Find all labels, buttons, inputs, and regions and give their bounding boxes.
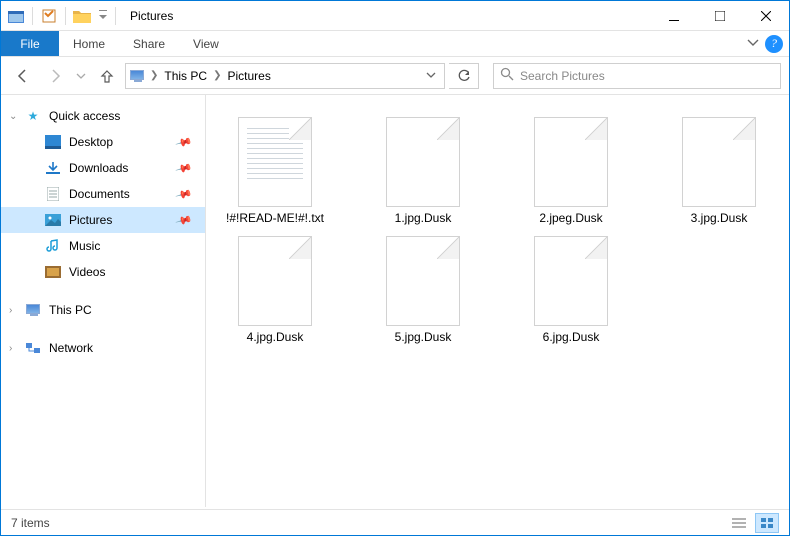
close-button[interactable] <box>743 1 789 31</box>
chevron-down-icon[interactable]: ⌄ <box>9 111 17 122</box>
pictures-icon <box>45 212 61 228</box>
file-item[interactable]: 3.jpg.Dusk <box>660 117 778 226</box>
pc-icon <box>126 71 148 81</box>
pc-icon <box>25 302 41 318</box>
breadcrumb-folder[interactable]: Pictures <box>223 69 274 83</box>
forward-button[interactable] <box>41 62 69 90</box>
view-buttons <box>727 513 779 533</box>
navigation-pane: ⌄ ★ Quick access Desktop 📌 Downloads 📌 D… <box>1 95 206 507</box>
search-placeholder: Search Pictures <box>520 69 605 83</box>
nav-music[interactable]: Music <box>1 233 205 259</box>
file-name: 6.jpg.Dusk <box>543 330 600 345</box>
body: ⌄ ★ Quick access Desktop 📌 Downloads 📌 D… <box>1 95 789 507</box>
search-input[interactable]: Search Pictures <box>493 63 781 89</box>
file-name: !#!READ-ME!#!.txt <box>226 211 324 226</box>
file-name: 2.jpeg.Dusk <box>539 211 602 226</box>
star-icon: ★ <box>25 108 41 124</box>
nav-network[interactable]: › Network <box>1 335 205 361</box>
folder-icon[interactable] <box>71 5 93 27</box>
minimize-button[interactable] <box>651 1 697 31</box>
pin-icon: 📌 <box>175 185 193 203</box>
file-item[interactable]: 6.jpg.Dusk <box>512 236 630 345</box>
file-thumbnail <box>386 117 460 207</box>
separator <box>32 7 33 25</box>
desktop-icon <box>45 134 61 150</box>
file-name: 1.jpg.Dusk <box>395 211 452 226</box>
file-name: 3.jpg.Dusk <box>691 211 748 226</box>
window-title: Pictures <box>130 9 173 23</box>
file-thumbnail <box>238 117 312 207</box>
file-name: 5.jpg.Dusk <box>395 330 452 345</box>
videos-icon <box>45 264 61 280</box>
file-thumbnail <box>386 236 460 326</box>
file-item[interactable]: 1.jpg.Dusk <box>364 117 482 226</box>
file-thumbnail <box>534 236 608 326</box>
item-count: 7 items <box>11 516 50 530</box>
file-item[interactable]: 5.jpg.Dusk <box>364 236 482 345</box>
pin-icon: 📌 <box>175 133 193 151</box>
tab-view[interactable]: View <box>179 31 233 56</box>
up-button[interactable] <box>93 62 121 90</box>
pin-icon: 📌 <box>175 159 193 177</box>
chevron-right-icon[interactable]: ❯ <box>211 70 223 81</box>
expand-ribbon-icon[interactable] <box>747 36 759 51</box>
chevron-right-icon[interactable]: › <box>9 343 12 354</box>
nav-documents[interactable]: Documents 📌 <box>1 181 205 207</box>
ribbon: File Home Share View ? <box>1 31 789 57</box>
chevron-right-icon[interactable]: › <box>9 305 12 316</box>
quick-access-toolbar <box>1 5 122 27</box>
details-view-button[interactable] <box>727 513 751 533</box>
chevron-right-icon[interactable]: ❯ <box>148 70 160 81</box>
search-icon <box>500 67 514 84</box>
nav-pictures[interactable]: Pictures 📌 <box>1 207 205 233</box>
properties-icon[interactable] <box>38 5 60 27</box>
maximize-button[interactable] <box>697 1 743 31</box>
pin-icon: 📌 <box>175 211 193 229</box>
breadcrumb[interactable]: ❯ This PC ❯ Pictures <box>125 63 445 89</box>
file-thumbnail <box>534 117 608 207</box>
address-bar-row: ❯ This PC ❯ Pictures Search Pictures <box>1 57 789 95</box>
nav-quick-access[interactable]: ⌄ ★ Quick access <box>1 103 205 129</box>
network-icon <box>25 340 41 356</box>
file-thumbnail <box>682 117 756 207</box>
music-icon <box>45 238 61 254</box>
icons-view-button[interactable] <box>755 513 779 533</box>
breadcrumb-thispc[interactable]: This PC <box>160 69 211 83</box>
window-buttons <box>651 1 789 31</box>
nav-videos[interactable]: Videos <box>1 259 205 285</box>
titlebar: Pictures <box>1 1 789 31</box>
window-icon <box>5 5 27 27</box>
file-item[interactable]: 4.jpg.Dusk <box>216 236 334 345</box>
recent-dropdown-icon[interactable] <box>73 62 89 90</box>
file-list[interactable]: !#!READ-ME!#!.txt 1.jpg.Dusk 2.jpeg.Dusk… <box>206 95 789 507</box>
downloads-icon <box>45 160 61 176</box>
back-button[interactable] <box>9 62 37 90</box>
address-dropdown-icon[interactable] <box>418 69 444 83</box>
separator <box>65 7 66 25</box>
documents-icon <box>45 186 61 202</box>
file-thumbnail <box>238 236 312 326</box>
qat-dropdown-icon[interactable] <box>96 5 110 27</box>
file-tab[interactable]: File <box>1 31 59 56</box>
file-item[interactable]: 2.jpeg.Dusk <box>512 117 630 226</box>
separator <box>115 7 116 25</box>
file-item[interactable]: !#!READ-ME!#!.txt <box>216 117 334 226</box>
status-bar: 7 items <box>1 509 789 535</box>
nav-desktop[interactable]: Desktop 📌 <box>1 129 205 155</box>
nav-this-pc[interactable]: › This PC <box>1 297 205 323</box>
tab-share[interactable]: Share <box>119 31 179 56</box>
file-name: 4.jpg.Dusk <box>247 330 304 345</box>
nav-downloads[interactable]: Downloads 📌 <box>1 155 205 181</box>
refresh-button[interactable] <box>449 63 479 89</box>
help-icon[interactable]: ? <box>765 35 783 53</box>
tab-home[interactable]: Home <box>59 31 119 56</box>
